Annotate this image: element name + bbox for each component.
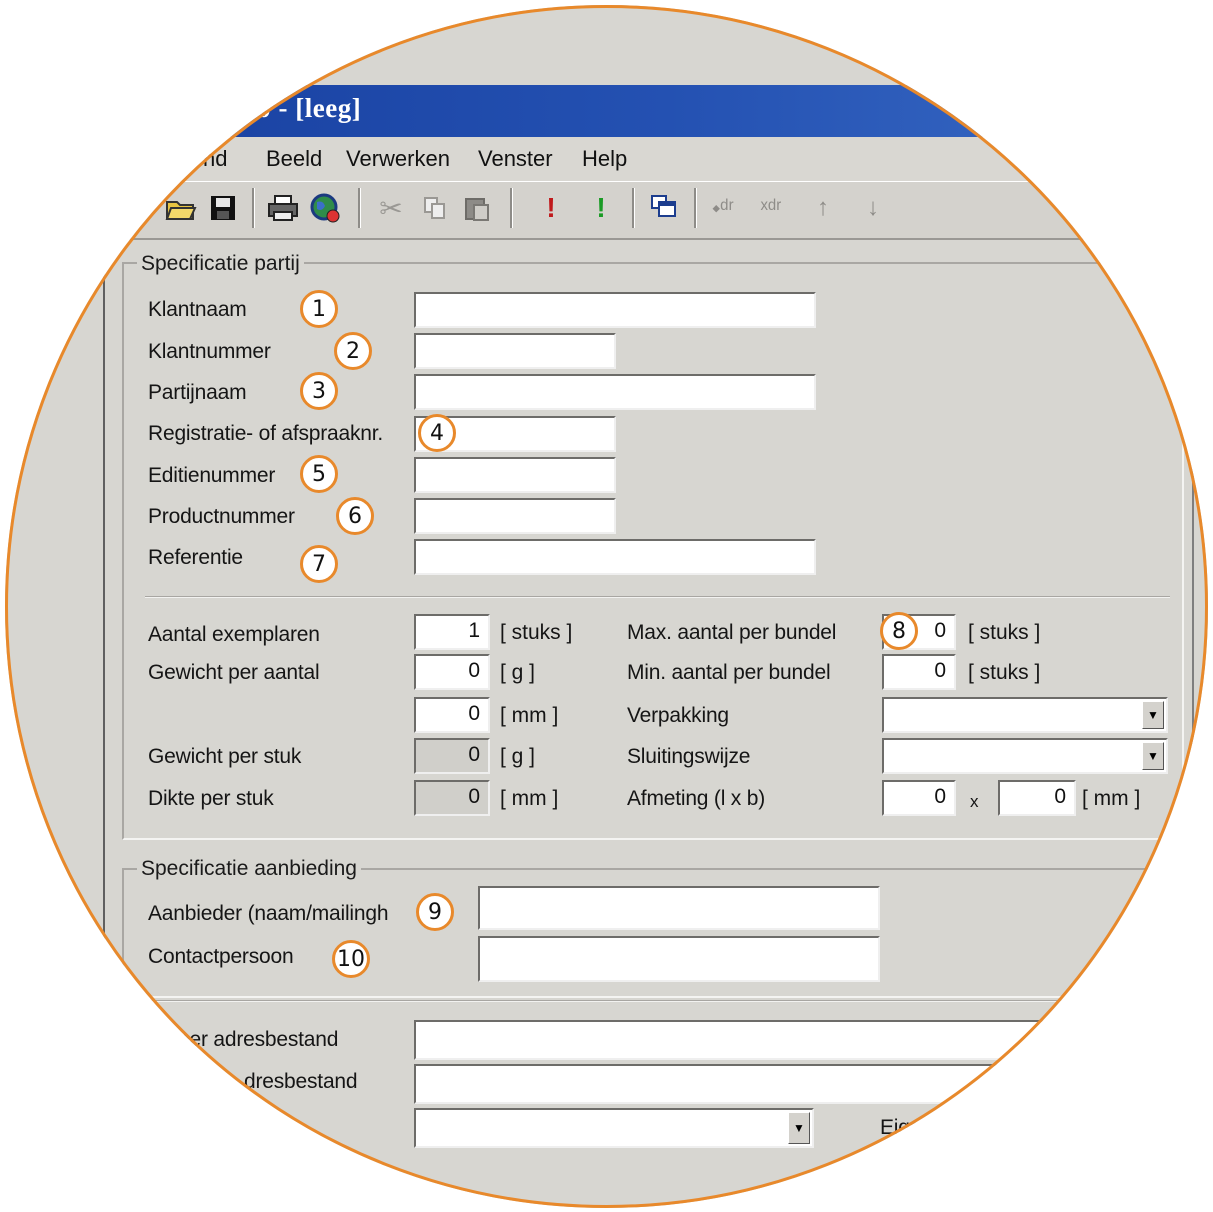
callout-badge-8: 8 (880, 612, 918, 650)
partijnaam-input[interactable] (414, 374, 816, 410)
adresbestand-label-1: per adresbestand (178, 1028, 339, 1051)
callout-badge-4: 4 (418, 414, 456, 452)
callout-badge-3: 3 (300, 372, 338, 410)
registratie-label: Registratie- of afspraaknr. (148, 422, 384, 445)
windows-icon[interactable] (648, 189, 682, 227)
dikte-per-stuk-unit: [ mm ] (500, 787, 559, 810)
window-title: .0 - [leeg] (250, 93, 362, 123)
afmeting-breedte-input[interactable]: 0 (998, 780, 1076, 816)
title-bar (5, 85, 1208, 137)
callout-badge-9: 9 (416, 893, 454, 931)
max-aantal-unit: [ stuks ] (968, 621, 1041, 644)
gewicht-per-aantal-label: Gewicht per aantal (148, 661, 320, 684)
referentie-input[interactable] (414, 539, 816, 575)
red-exclamation-icon[interactable]: ! (534, 189, 568, 227)
contactpersoon-label: Contactpersoon (148, 945, 294, 968)
dikte-per-aantal-unit: [ mm ] (500, 704, 559, 727)
klantnummer-input[interactable] (414, 333, 616, 369)
aanbieder-label: Aanbieder (naam/mailingh (148, 902, 389, 925)
productnummer-label: Productnummer (148, 505, 295, 528)
sluitingswijze-select[interactable]: ▼ (882, 738, 1168, 774)
klantnummer-label: Klantnummer (148, 340, 271, 363)
cut-icon[interactable]: ✂ (374, 189, 408, 227)
gewicht-per-stuk-unit: [ g ] (500, 745, 536, 768)
contactpersoon-input[interactable] (478, 936, 880, 982)
dikte-per-stuk-input: 0 (414, 780, 490, 816)
menu-venster[interactable]: Venster (478, 146, 553, 172)
aantal-exemplaren-label: Aantal exemplaren (148, 623, 320, 646)
gewicht-per-aantal-input[interactable]: 0 (414, 654, 490, 690)
callout-badge-6: 6 (336, 497, 374, 535)
callout-badge-2: 2 (334, 332, 372, 370)
globe-icon[interactable] (308, 189, 342, 227)
editienummer-label: Editienummer (148, 464, 276, 487)
arrow-up-icon[interactable]: ↑ (806, 189, 840, 227)
dikte-per-aantal-input[interactable]: 0 (414, 697, 490, 733)
chevron-down-icon[interactable]: ▼ (788, 1112, 810, 1144)
paste-icon[interactable] (460, 189, 494, 227)
menu-verwerken[interactable]: Verwerken (346, 146, 450, 172)
green-exclamation-icon[interactable]: ! (584, 189, 618, 227)
adresbestand-select[interactable]: ▼ (414, 1108, 814, 1148)
adresbestand-label-2: dresbestand (244, 1070, 358, 1093)
print-icon[interactable] (266, 189, 300, 227)
verpakking-select[interactable]: ▼ (882, 697, 1168, 733)
group-specificatie-aanbieding-legend: Specificatie aanbieding (137, 857, 361, 881)
partijnaam-label: Partijnaam (148, 381, 247, 404)
afmeting-label: Afmeting (l x b) (627, 787, 766, 810)
chevron-down-icon[interactable]: ▼ (1142, 701, 1164, 729)
callout-badge-10: 10 (332, 940, 370, 978)
min-aantal-input[interactable]: 0 (882, 654, 956, 690)
address-separator (105, 1000, 1195, 1002)
insert-icon[interactable]: ⬩ᵈʳ (706, 189, 740, 227)
callout-badge-5: 5 (300, 455, 338, 493)
callout-badge-7: 7 (300, 545, 338, 583)
referentie-label: Referentie (148, 546, 243, 569)
chevron-down-icon[interactable]: ▼ (1142, 742, 1164, 770)
callout-badge-1: 1 (300, 290, 338, 328)
menu-bestand[interactable]: nd (203, 146, 227, 172)
sluitingswijze-label: Sluitingswijze (627, 745, 751, 768)
afmeting-x-label: x (970, 792, 979, 811)
save-icon[interactable] (206, 189, 240, 227)
verpakking-label: Verpakking (627, 704, 729, 727)
dikte-per-stuk-label: Dikte per stuk (148, 787, 274, 810)
afmeting-unit: [ mm ] (1082, 787, 1141, 810)
gewicht-per-stuk-input: 0 (414, 738, 490, 774)
editienummer-input[interactable] (414, 457, 616, 493)
afmeting-lengte-input[interactable]: 0 (882, 780, 956, 816)
menu-beeld[interactable]: Beeld (266, 146, 322, 172)
magnified-view: .0 - [leeg] nd Beeld Verwerken Venster H… (5, 5, 1208, 1208)
max-aantal-label: Max. aantal per bundel (627, 621, 837, 644)
min-aantal-label: Min. aantal per bundel (627, 661, 831, 684)
open-folder-icon[interactable] (164, 189, 198, 227)
productnummer-input[interactable] (414, 498, 616, 534)
group-specificatie-partij-legend: Specificatie partij (137, 252, 304, 276)
gewicht-per-stuk-label: Gewicht per stuk (148, 745, 302, 768)
klantnaam-input[interactable] (414, 292, 816, 328)
section-separator (145, 596, 1170, 598)
aantal-exemplaren-unit: [ stuks ] (500, 621, 573, 644)
delete-icon[interactable]: ˣᵈʳ (754, 189, 788, 227)
aanbieder-input[interactable] (478, 886, 880, 930)
arrow-down-icon[interactable]: ↓ (856, 189, 890, 227)
aantal-exemplaren-input[interactable]: 1 (414, 614, 490, 650)
adresbestand-input-1[interactable] (414, 1020, 1194, 1060)
eigen-label: Eige (880, 1116, 922, 1139)
menu-help[interactable]: Help (582, 146, 627, 172)
min-aantal-unit: [ stuks ] (968, 661, 1041, 684)
copy-icon[interactable] (418, 189, 452, 227)
adresbestand-input-2[interactable] (414, 1064, 1194, 1104)
application-window: .0 - [leeg] nd Beeld Verwerken Venster H… (5, 5, 1208, 1208)
klantnaam-label: Klantnaam (148, 298, 247, 321)
gewicht-per-aantal-unit: [ g ] (500, 661, 536, 684)
